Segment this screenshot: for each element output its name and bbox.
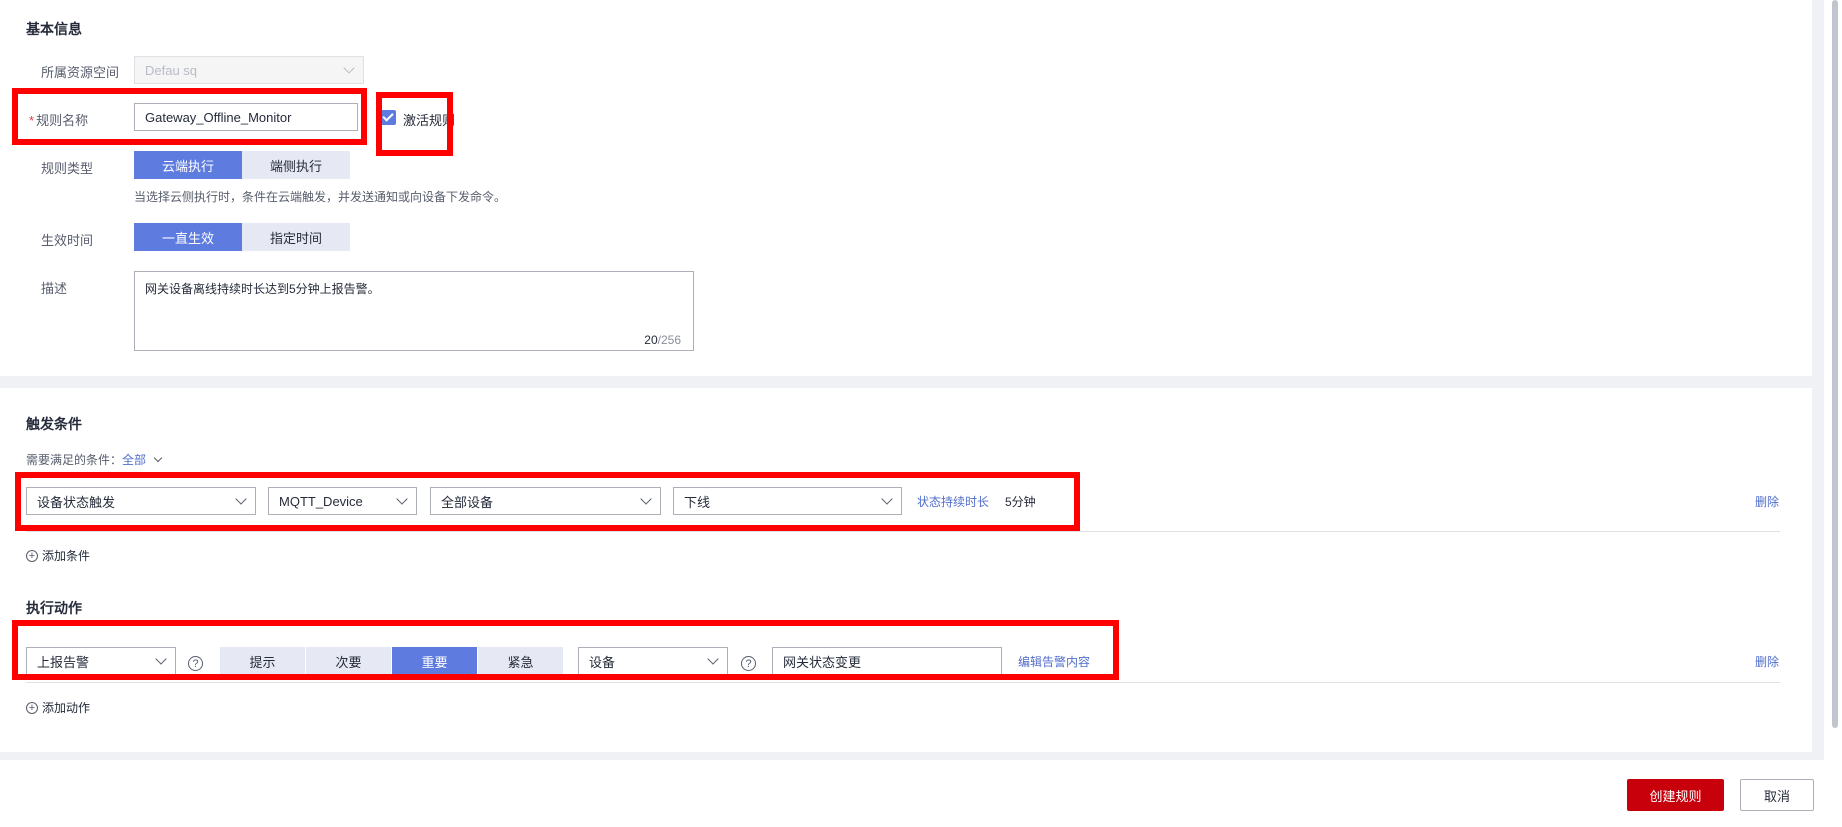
delete-condition-link[interactable]: 删除 [1755, 493, 1779, 510]
basic-info-panel: 基本信息 所属资源空间 Defau sq * 规则名称 Gateway_Offli… [0, 0, 1812, 376]
cancel-button[interactable]: 取消 [1740, 779, 1814, 811]
add-action-label: 添加动作 [42, 701, 91, 715]
severity-major-button[interactable]: 重要 [392, 647, 477, 675]
scrollbar-thumb[interactable] [1832, 0, 1838, 728]
chevron-down-icon [396, 493, 408, 505]
effective-time-toggle: 一直生效 指定时间 [134, 223, 350, 251]
duration-value: 5分钟 [1005, 495, 1036, 509]
description-count: 20 [644, 333, 658, 347]
plus-circle-icon: + [26, 701, 38, 714]
rule-type-hint: 当选择云侧执行时，条件在云端触发，并发送通知或向设备下发命令。 [134, 190, 507, 204]
rule-name-label: * 规则名称 [29, 110, 88, 129]
severity-hint-button[interactable]: 提示 [220, 647, 305, 675]
rule-type-edge-button[interactable]: 端侧执行 [242, 151, 350, 179]
match-condition: 需要满足的条件：全部 [26, 451, 163, 468]
alarm-name-input[interactable]: 网关状态变更 [772, 647, 1002, 675]
footer-bar: 创建规则 取消 [0, 760, 1842, 827]
rule-type-toggle: 云端执行 端侧执行 [134, 151, 350, 179]
severity-critical-button[interactable]: 紧急 [478, 647, 563, 675]
action-type-select[interactable]: 上报告警 [26, 647, 176, 675]
delete-action-link[interactable]: 删除 [1755, 653, 1779, 670]
duration-link[interactable]: 状态持续时长 [917, 493, 989, 510]
match-value-dropdown[interactable]: 全部 [122, 453, 146, 467]
scrollbar[interactable] [1824, 0, 1842, 760]
description-max: /256 [657, 333, 681, 347]
chevron-down-icon [343, 62, 355, 74]
device-scope-select[interactable]: 全部设备 [430, 487, 661, 515]
description-value: 网关设备离线持续时长达到5分钟上报告警。 [145, 282, 380, 296]
action-title: 执行动作 [26, 600, 82, 616]
resource-space-select[interactable]: Defau sq [134, 56, 364, 84]
trigger-type-value: 设备状态触发 [37, 494, 116, 510]
severity-toggle: 提示 次要 重要 紧急 [220, 647, 563, 675]
effective-scheduled-button[interactable]: 指定时间 [242, 223, 350, 251]
rule-type-label: 规则类型 [41, 161, 94, 176]
required-mark: * [29, 113, 35, 128]
description-textarea[interactable]: 网关设备离线持续时长达到5分钟上报告警。 20/256 [134, 271, 694, 351]
device-status-value: 下线 [684, 494, 711, 510]
rule-name-label-text: 规则名称 [36, 113, 89, 128]
add-condition-button[interactable]: + 添加条件 [26, 547, 90, 564]
device-scope-value: 全部设备 [441, 494, 494, 510]
device-status-select[interactable]: 下线 [673, 487, 902, 515]
help-icon[interactable]: ? [741, 656, 756, 671]
chevron-down-icon [881, 493, 893, 505]
add-condition-label: 添加条件 [42, 549, 91, 563]
description-label: 描述 [41, 281, 68, 296]
basic-info-title: 基本信息 [26, 21, 82, 37]
trigger-title: 触发条件 [26, 416, 82, 432]
activate-rule-checkbox[interactable] [381, 110, 396, 125]
alarm-name-value: 网关状态变更 [783, 654, 862, 670]
create-rule-button[interactable]: 创建规则 [1627, 779, 1724, 811]
add-action-button[interactable]: + 添加动作 [26, 699, 90, 716]
match-label: 需要满足的条件： [26, 453, 123, 467]
chevron-down-icon [154, 453, 163, 463]
chevron-down-icon [640, 493, 652, 505]
help-icon[interactable]: ? [188, 656, 203, 671]
rule-name-input[interactable]: Gateway_Offline_Monitor [134, 103, 358, 131]
resource-space-value: Defau sq [145, 62, 198, 78]
divider [26, 531, 1780, 532]
chevron-down-icon [235, 493, 247, 505]
severity-minor-button[interactable]: 次要 [306, 647, 391, 675]
activate-rule-label: 激活规则 [403, 113, 456, 128]
description-counter: 20/256 [644, 333, 681, 347]
product-value: MQTT_Device [279, 493, 363, 509]
alarm-scope-select[interactable]: 设备 [578, 647, 728, 675]
divider [26, 682, 1780, 683]
trigger-action-panel: 触发条件 需要满足的条件：全部 设备状态触发 MQTT_Device 全部设备 … [0, 388, 1812, 752]
edit-alarm-content-link[interactable]: 编辑告警内容 [1018, 653, 1090, 670]
resource-space-label: 所属资源空间 [41, 65, 120, 80]
action-type-value: 上报告警 [37, 654, 90, 670]
chevron-down-icon [707, 653, 719, 665]
rule-name-value: Gateway_Offline_Monitor [145, 109, 292, 125]
product-select[interactable]: MQTT_Device [268, 487, 417, 515]
trigger-type-select[interactable]: 设备状态触发 [26, 487, 256, 515]
alarm-scope-value: 设备 [589, 654, 616, 670]
plus-circle-icon: + [26, 549, 38, 562]
rule-type-cloud-button[interactable]: 云端执行 [134, 151, 242, 179]
chevron-down-icon [155, 653, 167, 665]
effective-always-button[interactable]: 一直生效 [134, 223, 242, 251]
effective-time-label: 生效时间 [41, 233, 94, 248]
